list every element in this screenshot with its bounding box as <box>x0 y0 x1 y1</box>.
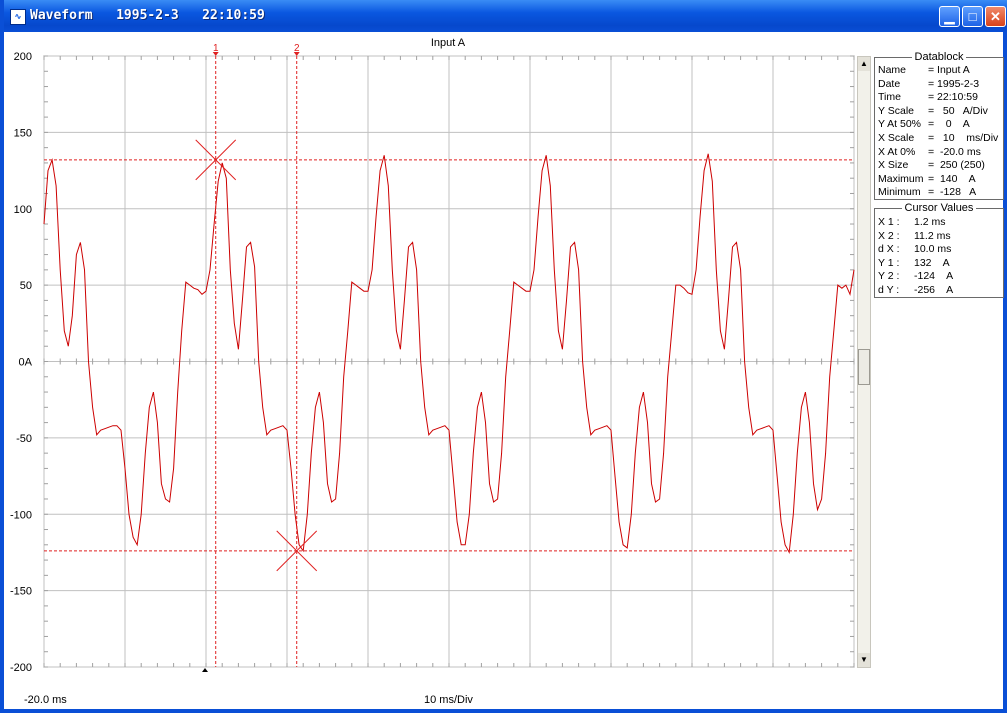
vertical-scrollbar[interactable]: ▲ ▼ <box>857 56 871 668</box>
minimize-icon: ▁ <box>944 9 955 24</box>
scroll-thumb[interactable] <box>858 349 870 385</box>
y-tick-label: 100 <box>14 204 32 216</box>
cursorvals-row-label: Y 2 : <box>878 270 900 283</box>
y-tick-label: 200 <box>14 51 32 63</box>
maximize-icon: □ <box>968 9 977 24</box>
datablock-row-label: Y At 50% <box>878 118 922 131</box>
datablock-row-label: X At 0% <box>878 145 916 158</box>
cursorvals-row-label: Y 1 : <box>878 256 900 269</box>
datablock-row: Y Scale = 50 A/Div <box>878 104 988 117</box>
datablock-row: Maximum = 140 A <box>878 172 976 185</box>
datablock-row: X Scale = 10 ms/Div <box>878 132 998 144</box>
datablock-row-label: Name <box>878 64 907 76</box>
scroll-up-icon[interactable]: ▲ <box>858 57 870 71</box>
datablock-row: Y At 50% = 0 A <box>878 118 970 131</box>
x-start-label: -20.0 ms <box>24 694 67 706</box>
datablock-row: X At 0% = -20.0 ms <box>878 145 981 158</box>
x-scale-label: 10 ms/Div <box>424 694 473 706</box>
datablock-title: Datablock <box>911 51 967 63</box>
y-tick-label: -50 <box>16 433 32 445</box>
datablock-row-value: = 0 A <box>928 118 970 131</box>
datablock-row-label: Time <box>878 91 901 104</box>
y-tick-label: 0A <box>19 357 33 369</box>
datablock-row-label: X Size <box>878 159 909 172</box>
datablock-row-value: = 140 A <box>928 172 976 185</box>
cursorvals-row-value: 10.0 ms <box>914 243 952 256</box>
cursor1-handle-icon[interactable] <box>212 52 219 56</box>
datablock-row: Name = Input A <box>878 64 970 76</box>
datablock-row-value: = Input A <box>928 64 970 76</box>
datablock-row-label: Y Scale <box>878 104 914 117</box>
datablock-row-value: = 250 (250) <box>928 159 985 172</box>
cursorvals-row-value: 11.2 ms <box>914 229 951 242</box>
datablock-row-label: Minimum <box>878 186 921 199</box>
cursorvals-row: Y 1 : 132 A <box>878 256 950 269</box>
scroll-down-icon[interactable]: ▼ <box>858 653 870 667</box>
waveform-app-icon[interactable]: ∿ <box>10 9 26 25</box>
cursorvals-row-value: 132 A <box>914 256 950 269</box>
datablock-row: Time = 22:10:59 <box>878 91 978 104</box>
datablock-row-label: Date <box>878 77 901 90</box>
y-tick-label: -200 <box>10 662 32 674</box>
cursorvals-row: d X : 10.0 ms <box>878 243 951 256</box>
trigger-marker-icon[interactable] <box>202 668 208 672</box>
waveform-window: ∿ Waveform 1995-2-3 22:10:59 ▁ □ ✕ Input… <box>0 0 1007 713</box>
waveform-plot[interactable]: Input A 200150100500A-50-100-150-200 1 2 <box>4 32 874 713</box>
datablock-row: Date = 1995-2-3 <box>878 77 979 90</box>
y-tick-label: 150 <box>14 127 32 139</box>
datablock-row-value: = -128 A <box>928 186 977 199</box>
datablock-row-label: Maximum <box>878 172 924 185</box>
cursorvals-row-value: -256 A <box>914 284 954 296</box>
datablock-panel: Datablock Name = Input A Date = 1995-2-3 Tim… <box>874 51 1004 200</box>
maximize-button[interactable]: □ <box>962 6 983 27</box>
datablock-row-value: = 1995-2-3 <box>928 77 980 90</box>
cursorvals-row-label: d X : <box>878 243 900 256</box>
y-axis-ticks: 200 150 100 50 0A -50 -100 -150 -200 <box>10 51 33 674</box>
datablock-row-label: X Scale <box>878 132 915 144</box>
title-bar[interactable]: ∿ Waveform 1995-2-3 22:10:59 ▁ □ ✕ <box>4 0 1007 32</box>
datablock-row-value: = 50 A/Div <box>928 104 988 117</box>
y-tick-label: 50 <box>20 280 32 292</box>
cursorvals-row-label: d Y : <box>878 284 900 296</box>
cursor-values-panel: Cursor Values X 1 :1.2 ms X 2 :11.2 ms d X… <box>874 202 1004 298</box>
y-tick-label: -100 <box>10 509 32 521</box>
cursorvals-row: X 2 : 11.2 ms <box>878 229 951 242</box>
cursorvals-row: X 1 : 1.2 ms <box>878 216 946 228</box>
datablock-row: Minimum = -128 A <box>878 186 976 199</box>
cursor2-handle-icon[interactable] <box>293 52 300 56</box>
y-tick-label: -150 <box>10 586 32 598</box>
cursorvals-row: Y 2 : -124 A <box>878 270 953 283</box>
close-icon: ✕ <box>990 9 1001 24</box>
cursorvals-row: d Y : -256 A <box>878 284 953 296</box>
cursorvals-row-label: X 2 : <box>878 229 900 242</box>
window-title: Waveform 1995-2-3 22:10:59 <box>30 8 265 23</box>
datablock-row-value: = 22:10:59 <box>928 91 978 104</box>
datablock-row-value: = -20.0 ms <box>928 145 981 158</box>
datablock-row-value: = 10 ms/Div <box>928 132 999 144</box>
close-button[interactable]: ✕ <box>985 6 1006 27</box>
minimize-button[interactable]: ▁ <box>939 6 960 27</box>
cursorvals-row-value: -124 A <box>914 270 954 283</box>
cursorvals-row-label: X 1 : <box>878 216 900 228</box>
cursorvals-row-value: 1.2 ms <box>914 216 946 228</box>
plot-title: Input A <box>431 37 466 49</box>
datablock-row: X Size = 250 (250) <box>878 159 985 172</box>
cursor-values-title: Cursor Values <box>901 202 977 214</box>
